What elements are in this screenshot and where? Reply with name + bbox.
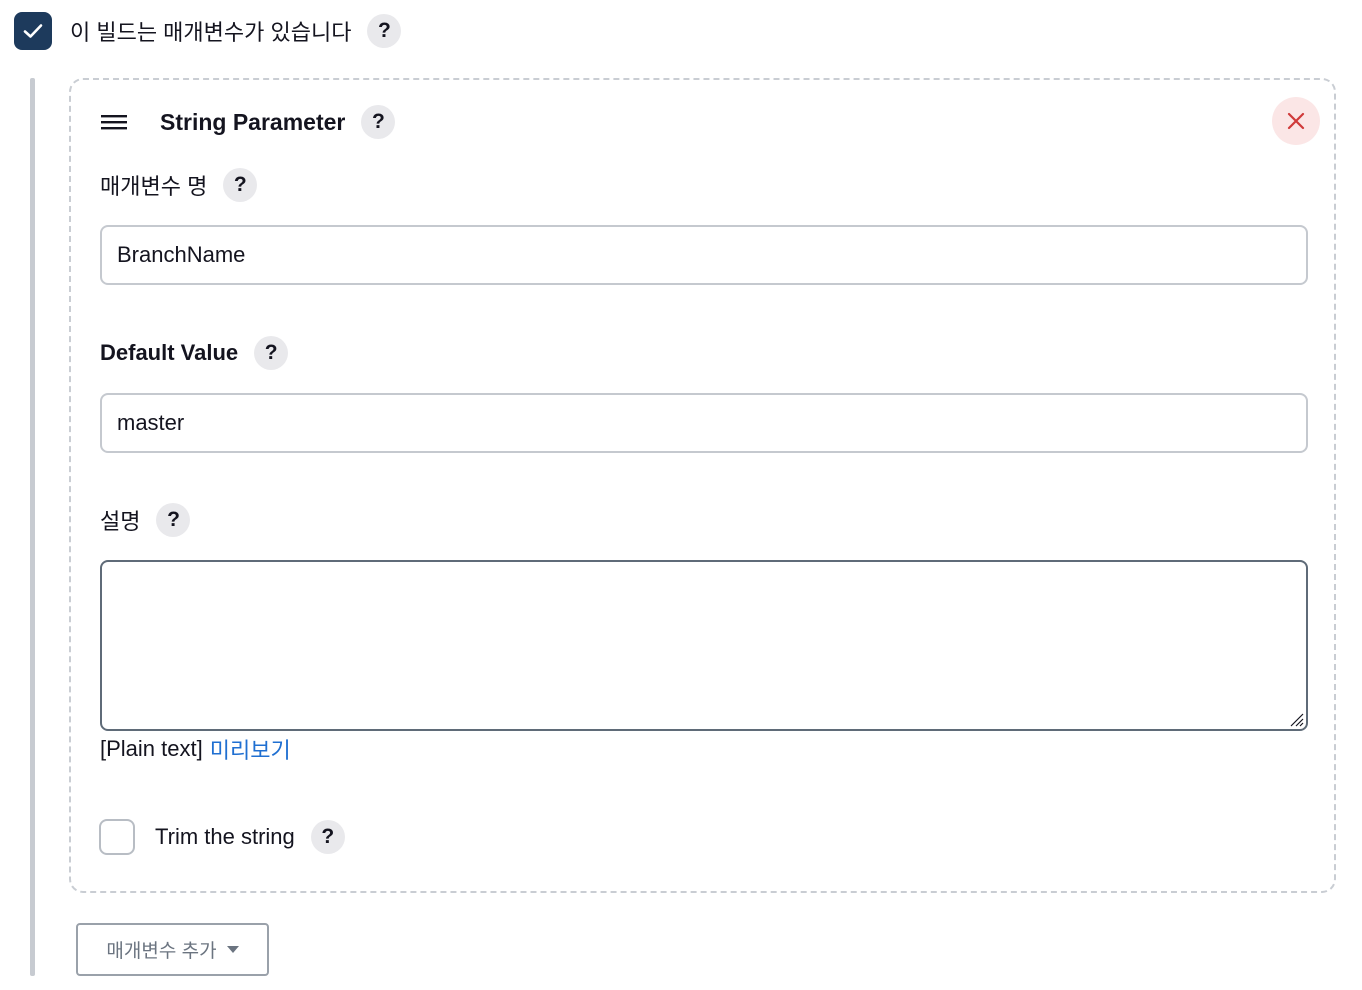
trim-string-label: Trim the string (155, 824, 295, 849)
markup-format-text: [Plain text] (100, 736, 203, 761)
description-label: 설명 (100, 509, 141, 534)
add-parameter-button[interactable]: 매개변수 추가 (76, 923, 269, 976)
string-parameter-card (69, 78, 1336, 893)
name-field-label: 매개변수 명 (100, 174, 208, 199)
trim-string-row: Trim the string ? (99, 818, 345, 856)
add-parameter-label: 매개변수 추가 (106, 941, 217, 962)
description-textarea[interactable] (100, 560, 1308, 731)
name-help-icon[interactable]: ? (223, 168, 258, 202)
parameterized-checkbox[interactable] (14, 12, 52, 50)
trim-string-help-icon[interactable]: ? (310, 820, 345, 854)
build-parameters-section: 이 빌드는 매개변수가 있습니다 ? String Parameter ? 매개… (0, 0, 1362, 990)
parameterized-label: 이 빌드는 매개변수가 있습니다 (70, 20, 352, 45)
description-label-row: 설명 ? (100, 502, 191, 538)
parameterized-build-row: 이 빌드는 매개변수가 있습니다 ? (14, 12, 402, 50)
close-icon (1287, 112, 1305, 130)
default-value-help-icon[interactable]: ? (254, 336, 289, 370)
name-field-label-row: 매개변수 명 ? (100, 167, 258, 203)
resize-handle-icon[interactable] (1288, 711, 1304, 727)
default-value-label: Default Value (100, 340, 239, 365)
default-value-label-row: Default Value ? (100, 335, 289, 371)
parameter-name-input[interactable] (100, 225, 1308, 285)
caret-down-icon (226, 946, 239, 953)
description-help-icon[interactable]: ? (156, 503, 191, 537)
preview-link[interactable]: 미리보기 (210, 733, 291, 765)
section-indent-bar (30, 78, 35, 976)
trim-string-checkbox[interactable] (99, 819, 135, 855)
check-icon (23, 24, 43, 38)
drag-handle-icon[interactable] (100, 112, 128, 132)
parameter-type-help-icon[interactable]: ? (361, 105, 396, 139)
delete-parameter-button[interactable] (1272, 97, 1320, 145)
parameter-header: String Parameter ? (100, 104, 396, 140)
parameterized-help-icon[interactable]: ? (367, 14, 402, 48)
default-value-input[interactable] (100, 393, 1308, 453)
markup-format-row: [Plain text] 미리보기 (100, 733, 291, 765)
parameter-type-title: String Parameter (160, 108, 346, 135)
